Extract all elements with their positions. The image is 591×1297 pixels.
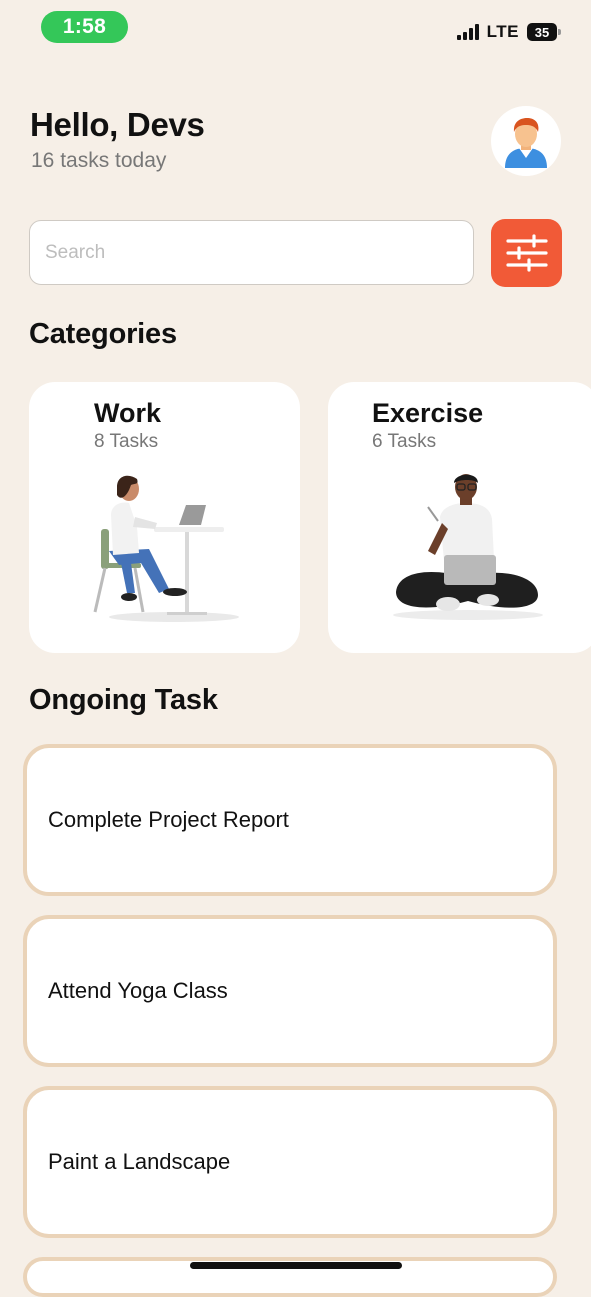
task-card[interactable]: Complete Project Report [23, 744, 557, 896]
task-card[interactable]: Paint a Landscape [23, 1086, 557, 1238]
task-label: Attend Yoga Class [48, 978, 228, 1003]
categories-heading: Categories [29, 318, 177, 350]
network-type: LTE [486, 22, 519, 41]
person-avatar-icon [505, 118, 547, 168]
ongoing-task-heading: Ongoing Task [29, 684, 218, 716]
person-sitting-with-laptop-illustration [393, 474, 543, 620]
category-task-count: 6 Tasks [372, 431, 437, 452]
category-card-exercise[interactable]: Exercise 6 Tasks [328, 382, 591, 653]
home-indicator[interactable] [190, 1262, 402, 1269]
person-at-desk-illustration [93, 475, 239, 622]
greeting-title: Hello, Devs [30, 106, 205, 143]
search-input[interactable] [29, 220, 474, 285]
battery-level: 35 [534, 24, 550, 40]
filter-button[interactable] [491, 219, 562, 287]
task-label: Complete Project Report [48, 807, 289, 832]
task-card[interactable]: Attend Yoga Class [23, 915, 557, 1067]
battery-icon: 35 [527, 23, 561, 41]
category-name: Exercise [372, 398, 484, 428]
cellular-signal-icon [456, 24, 479, 40]
user-avatar[interactable] [491, 106, 561, 176]
task-label: Paint a Landscape [48, 1149, 231, 1174]
tasks-today-subtitle: 16 tasks today [31, 149, 167, 172]
category-name: Work [94, 398, 162, 428]
status-icons: LTE 35 [456, 22, 561, 42]
category-task-count: 8 Tasks [94, 431, 159, 452]
sliders-icon [505, 234, 548, 272]
status-time: 1:58 [41, 11, 128, 43]
category-card-work[interactable]: Work 8 Tasks [29, 382, 300, 653]
